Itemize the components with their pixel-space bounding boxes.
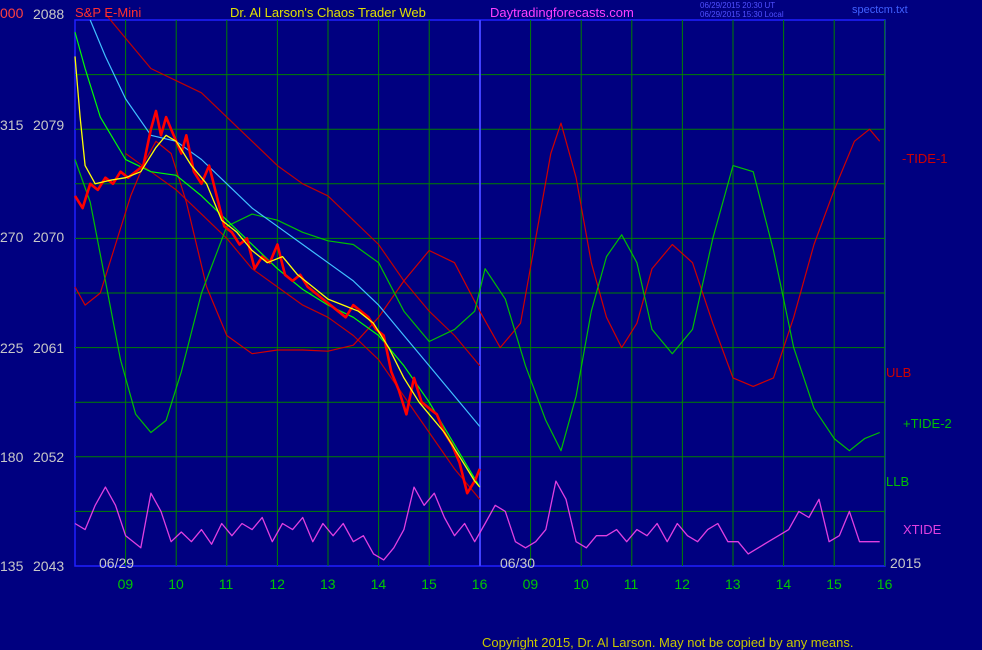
copyright-notice: Copyright 2015, Dr. Al Larson. May not b… bbox=[482, 635, 854, 650]
date-label-day1: 06/29 bbox=[99, 555, 135, 571]
x-tick-label: 14 bbox=[370, 576, 387, 592]
x-tick-label: 09 bbox=[522, 576, 539, 592]
price-axis-label: 2079 bbox=[33, 117, 65, 133]
x-tick-label: 13 bbox=[725, 576, 741, 592]
left-axis-label: 135 bbox=[0, 558, 24, 574]
website-link[interactable]: Daytradingforecasts.com bbox=[490, 6, 634, 19]
x-tick-label: 10 bbox=[168, 576, 184, 592]
price-axis-label: 2061 bbox=[33, 340, 65, 356]
x-tick-label: 13 bbox=[320, 576, 336, 592]
site-title: Dr. Al Larson's Chaos Trader Web bbox=[230, 5, 426, 20]
x-tick-label: 14 bbox=[775, 576, 792, 592]
legend-ulb: ULB bbox=[886, 365, 912, 380]
price-axis-label: 2043 bbox=[33, 558, 65, 574]
legend-tide2: +TIDE-2 bbox=[903, 416, 952, 431]
price-axis-label: 2052 bbox=[33, 449, 65, 465]
price-axis-label: 2088 bbox=[33, 6, 65, 22]
timestamp-local: 06/29/2015 15:30 Local bbox=[700, 10, 784, 19]
timestamp-ut: 06/29/2015 20:30 UT bbox=[700, 1, 776, 10]
left-axis-label: 180 bbox=[0, 449, 24, 465]
x-tick-label: 11 bbox=[623, 576, 639, 592]
year-label: 2015 bbox=[890, 555, 922, 571]
x-tick-label: 12 bbox=[674, 576, 690, 592]
left-axis-label: 270 bbox=[0, 229, 24, 245]
chart-canvas bbox=[73, 13, 886, 567]
x-tick-label: 16 bbox=[876, 576, 893, 592]
date-label-day2: 06/30 bbox=[500, 555, 536, 571]
x-tick-label: 12 bbox=[269, 576, 285, 592]
legend-tide1: -TIDE-1 bbox=[902, 151, 948, 166]
axis-top-left: 000 bbox=[0, 5, 24, 21]
legend-xtide: XTIDE bbox=[903, 522, 942, 537]
instrument-label: S&P E-Mini bbox=[75, 5, 142, 20]
file-name: spectcm.txt bbox=[852, 4, 908, 16]
x-tick-label: 15 bbox=[826, 576, 842, 592]
left-axis-label: 315 bbox=[0, 117, 24, 133]
legend-llb: LLB bbox=[886, 474, 910, 489]
x-tick-label: 16 bbox=[471, 576, 488, 592]
x-tick-label: 10 bbox=[573, 576, 589, 592]
x-tick-label: 09 bbox=[117, 576, 134, 592]
left-axis-label: 225 bbox=[0, 340, 24, 356]
price-axis-label: 2070 bbox=[33, 229, 65, 245]
x-tick-label: 15 bbox=[421, 576, 437, 592]
x-tick-label: 11 bbox=[218, 576, 234, 592]
